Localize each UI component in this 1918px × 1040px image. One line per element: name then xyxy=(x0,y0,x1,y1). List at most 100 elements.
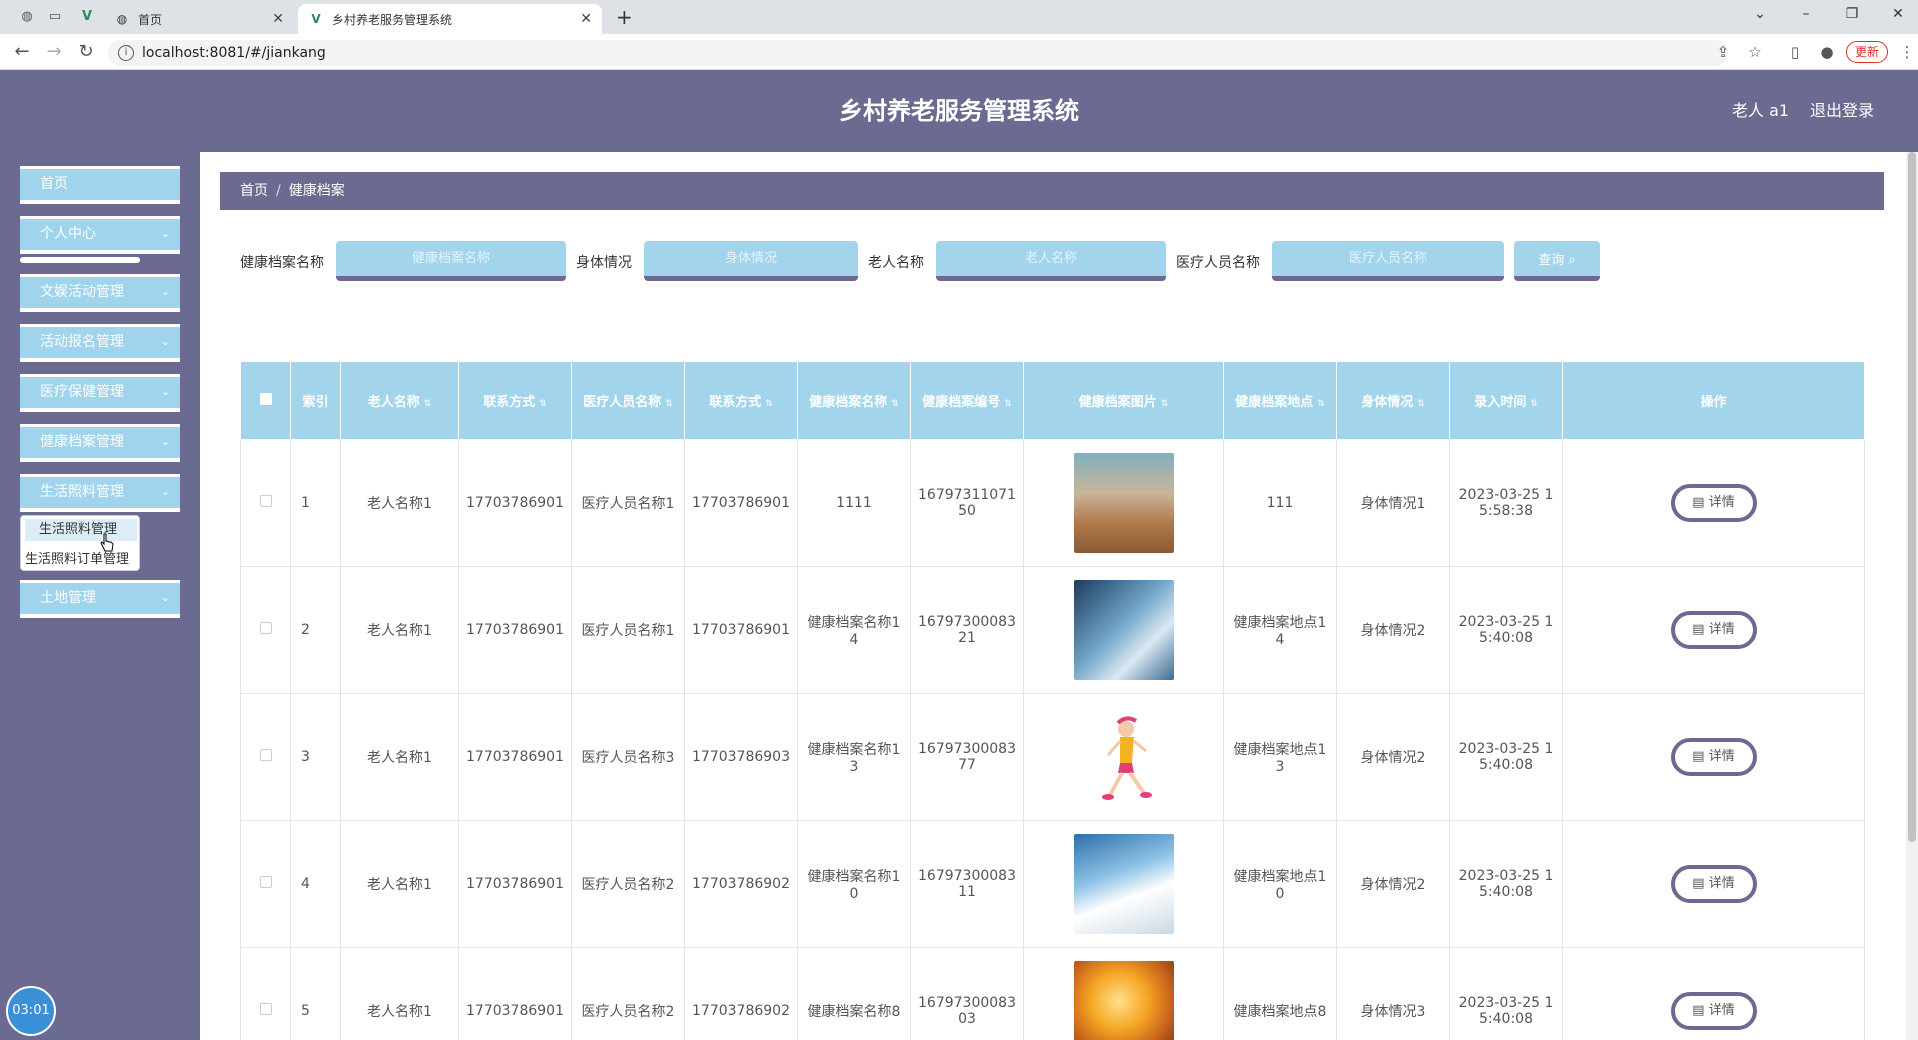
row-checkbox[interactable] xyxy=(259,495,272,507)
more-menu-icon[interactable]: ⋮ xyxy=(1896,43,1918,61)
sidebar-item-life-care[interactable]: 生活照料管理 ⌄ xyxy=(20,474,180,512)
sidebar-item-home[interactable]: 首页 xyxy=(20,166,180,204)
bookmark-star-icon[interactable]: ☆ xyxy=(1744,43,1766,61)
close-icon[interactable]: ✕ xyxy=(580,11,592,27)
share-icon[interactable]: ⇪ xyxy=(1712,43,1734,61)
medic-name-input[interactable] xyxy=(1272,241,1504,281)
sort-icon[interactable]: ⇅ xyxy=(1417,399,1425,409)
tab-home[interactable]: ◍ 首页 ✕ xyxy=(104,4,294,34)
chevron-down-icon: ⌄ xyxy=(160,591,170,604)
blank-page-icon[interactable]: ▭ xyxy=(46,8,64,26)
sidebar-item-health-records[interactable]: 健康档案管理 ⌄ xyxy=(20,424,180,462)
record-image-sunset-run[interactable] xyxy=(1073,961,1174,1040)
chevron-down-icon: ⌄ xyxy=(160,285,170,298)
timer-badge[interactable]: 03:01 xyxy=(6,986,56,1036)
column-label: 健康档案名称 xyxy=(809,395,888,410)
cell-entry-time: 2023-03-25 15:40:08 xyxy=(1449,566,1563,694)
back-icon[interactable]: ← xyxy=(10,41,34,62)
column-header[interactable]: 健康档案名称 ⇅ xyxy=(797,361,911,440)
logout-link[interactable]: 退出登录 xyxy=(1810,70,1874,152)
elder-name-input[interactable] xyxy=(936,241,1166,281)
row-select-cell[interactable] xyxy=(240,820,291,948)
column-header[interactable]: 医疗人员名称 ⇅ xyxy=(571,361,685,440)
column-header[interactable]: 联系方式 ⇅ xyxy=(458,361,572,440)
reload-icon[interactable]: ↻ xyxy=(74,41,98,62)
scrollbar-thumb[interactable] xyxy=(1908,152,1916,842)
submenu-item-life-care[interactable]: 生活照料管理 xyxy=(25,519,137,541)
column-header[interactable]: 健康档案图片 ⇅ xyxy=(1023,361,1224,440)
vue-logo-icon[interactable]: V xyxy=(78,8,96,26)
info-icon[interactable]: i xyxy=(118,45,134,61)
detail-button[interactable]: ▤ 详情 xyxy=(1670,484,1757,522)
sidebar-item-label: 个人中心 xyxy=(40,226,96,242)
page-scrollbar[interactable] xyxy=(1906,152,1918,1040)
column-header[interactable]: 身体情况 ⇅ xyxy=(1336,361,1450,440)
sidebar-item-land[interactable]: 土地管理 ⌄ xyxy=(20,580,180,618)
detail-button[interactable]: ▤ 详情 xyxy=(1670,611,1757,649)
record-name-input[interactable] xyxy=(336,241,566,281)
cell-elder-phone: 17703786901 xyxy=(458,820,572,948)
row-select-cell[interactable] xyxy=(240,947,291,1040)
breadcrumb-home[interactable]: 首页 xyxy=(240,183,268,199)
search-button[interactable]: 查询 ⌕ xyxy=(1514,241,1600,281)
sort-icon[interactable]: ⇅ xyxy=(765,399,773,409)
row-checkbox[interactable] xyxy=(259,876,272,888)
restore-icon[interactable]: ❐ xyxy=(1842,6,1862,22)
search-label-elder-name: 老人名称 xyxy=(868,255,924,271)
row-select-cell[interactable] xyxy=(240,439,291,567)
forward-icon[interactable]: → xyxy=(42,41,66,62)
sort-icon[interactable]: ⇅ xyxy=(539,399,547,409)
select-all-checkbox[interactable] xyxy=(259,392,272,405)
sort-icon[interactable]: ⇅ xyxy=(1530,399,1538,409)
sidebar-item-entertainment[interactable]: 文娱活动管理 ⌄ xyxy=(20,274,180,312)
cell-medic-name: 医疗人员名称2 xyxy=(571,947,685,1040)
column-header[interactable]: 录入时间 ⇅ xyxy=(1449,361,1563,440)
sort-icon[interactable]: ⇅ xyxy=(424,399,432,409)
minimize-icon[interactable]: – xyxy=(1796,6,1816,22)
new-tab-icon[interactable]: + xyxy=(616,5,633,29)
sidebar-item-personal-center[interactable]: 个人中心 ⌄ xyxy=(20,216,180,254)
record-image-skier[interactable] xyxy=(1073,834,1174,934)
row-select-cell[interactable] xyxy=(240,693,291,821)
row-checkbox[interactable] xyxy=(259,1003,272,1015)
column-header[interactable]: 老人名称 ⇅ xyxy=(340,361,459,440)
cell-record-place: 健康档案地点13 xyxy=(1223,693,1337,821)
profile-icon[interactable]: ● xyxy=(1816,43,1838,61)
globe-icon[interactable]: ◍ xyxy=(18,8,36,26)
sort-icon[interactable]: ⇅ xyxy=(1317,399,1325,409)
record-image-treadmill[interactable] xyxy=(1073,580,1174,680)
column-header[interactable]: 联系方式 ⇅ xyxy=(684,361,798,440)
column-label: 索引 xyxy=(302,395,329,410)
body-status-input[interactable] xyxy=(644,241,858,281)
cell-body-status: 身体情况3 xyxy=(1336,947,1450,1040)
tab-active-system[interactable]: V 乡村养老服务管理系统 ✕ xyxy=(298,4,602,34)
row-checkbox[interactable] xyxy=(259,749,272,761)
sort-icon[interactable]: ⇅ xyxy=(1004,399,1012,409)
close-icon[interactable]: ✕ xyxy=(272,11,284,27)
row-select-cell[interactable] xyxy=(240,566,291,694)
row-checkbox[interactable] xyxy=(259,622,272,634)
sort-icon[interactable]: ⇅ xyxy=(891,399,899,409)
sort-icon[interactable]: ⇅ xyxy=(665,399,673,409)
detail-button[interactable]: ▤ 详情 xyxy=(1670,738,1757,776)
column-label: 健康档案地点 xyxy=(1235,395,1314,410)
detail-button[interactable]: ▤ 详情 xyxy=(1670,992,1757,1030)
sidebar-item-activity-signup[interactable]: 活动报名管理 ⌄ xyxy=(20,324,180,362)
sidebar-item-label: 健康档案管理 xyxy=(40,434,124,450)
tab-title: 乡村养老服务管理系统 xyxy=(332,12,453,27)
url-field[interactable]: i localhost:8081/#/jiankang xyxy=(108,40,1728,66)
update-button[interactable]: 更新 xyxy=(1846,41,1889,63)
select-all-header[interactable] xyxy=(240,361,291,440)
sort-icon[interactable]: ⇅ xyxy=(1161,399,1169,409)
record-image-landscape[interactable] xyxy=(1073,453,1174,553)
sidebar-item-medical-care[interactable]: 医疗保健管理 ⌄ xyxy=(20,374,180,412)
sidepanel-icon[interactable]: ▯ xyxy=(1784,43,1806,61)
tab-search-icon[interactable]: ⌄ xyxy=(1750,6,1770,22)
record-image-runner[interactable] xyxy=(1073,707,1174,807)
cell-record-name: 健康档案名称10 xyxy=(797,820,911,948)
column-header[interactable]: 健康档案编号 ⇅ xyxy=(910,361,1024,440)
table-row: 4 老人名称1 17703786901 医疗人员名称2 17703786902 … xyxy=(240,820,1865,948)
close-window-icon[interactable]: ✕ xyxy=(1888,6,1908,22)
detail-button[interactable]: ▤ 详情 xyxy=(1670,865,1757,903)
column-header[interactable]: 健康档案地点 ⇅ xyxy=(1223,361,1337,440)
